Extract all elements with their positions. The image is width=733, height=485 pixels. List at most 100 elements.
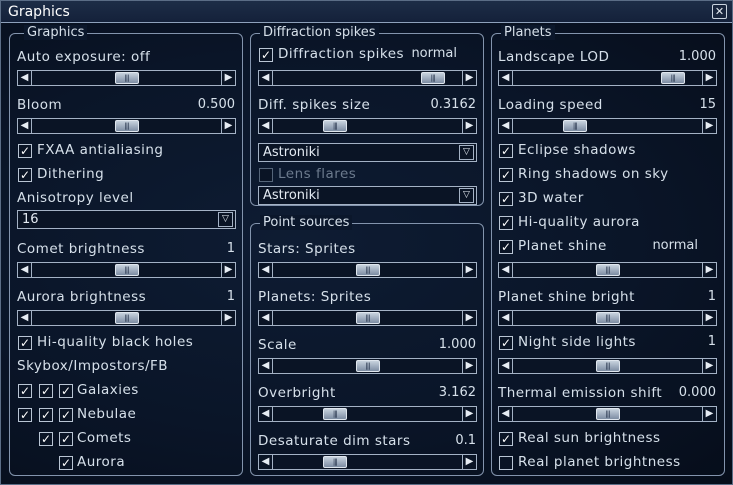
slider-left-arrow-icon[interactable]: ◀ (259, 263, 273, 277)
slider-thumb[interactable]: ||| (114, 120, 139, 132)
slider-left-arrow-icon[interactable]: ◀ (259, 407, 273, 421)
diff-spikes-size-slider[interactable]: ◀ ||| ▶ (258, 118, 477, 134)
loading-speed-slider[interactable]: ◀ ||| ▶ (498, 118, 717, 134)
galaxies-impostors-checkbox[interactable]: ✓ (39, 384, 53, 398)
night-side-lights-slider[interactable]: ◀ ||| ▶ (498, 358, 717, 374)
chevron-down-icon[interactable]: ▽ (459, 188, 474, 203)
slider-left-arrow-icon[interactable]: ◀ (18, 311, 32, 325)
chevron-down-icon[interactable]: ▽ (459, 145, 474, 160)
slider-right-arrow-icon[interactable]: ▶ (462, 407, 476, 421)
3d-water-checkbox[interactable]: ✓ (499, 192, 513, 206)
hq-black-holes-checkbox[interactable]: ✓ (18, 336, 32, 350)
fxaa-checkbox[interactable]: ✓ (18, 144, 32, 158)
real-sun-brightness-label: Real sun brightness (518, 430, 661, 446)
slider-left-arrow-icon[interactable]: ◀ (18, 263, 32, 277)
dithering-checkbox[interactable]: ✓ (18, 168, 32, 182)
slider-right-arrow-icon[interactable]: ▶ (221, 263, 235, 277)
slider-right-arrow-icon[interactable]: ▶ (221, 71, 235, 85)
close-button[interactable]: ✕ (712, 4, 727, 19)
slider-left-arrow-icon[interactable]: ◀ (18, 71, 32, 85)
slider-right-arrow-icon[interactable]: ▶ (702, 71, 716, 85)
hq-aurora-checkbox[interactable]: ✓ (499, 216, 513, 230)
slider-thumb[interactable]: ||| (562, 120, 587, 132)
comets-impostors-checkbox[interactable]: ✓ (39, 432, 53, 446)
nebulae-impostors-checkbox[interactable]: ✓ (39, 408, 53, 422)
planets-sprites-slider[interactable]: ◀ ||| ▶ (258, 310, 477, 326)
slider-right-arrow-icon[interactable]: ▶ (702, 311, 716, 325)
slider-left-arrow-icon[interactable]: ◀ (499, 71, 513, 85)
aurora-brightness-slider[interactable]: ◀ ||| ▶ (17, 310, 236, 326)
comets-fb-checkbox[interactable]: ✓ (59, 432, 73, 446)
slider-right-arrow-icon[interactable]: ▶ (462, 71, 476, 85)
slider-thumb[interactable]: ||| (114, 312, 139, 324)
lens-flares-checkbox[interactable] (259, 168, 273, 182)
slider-thumb[interactable]: ||| (322, 408, 347, 420)
chevron-down-icon[interactable]: ▽ (218, 212, 233, 227)
real-planet-brightness-checkbox[interactable] (499, 456, 513, 470)
slider-thumb[interactable]: ||| (595, 408, 620, 420)
slider-right-arrow-icon[interactable]: ▶ (462, 311, 476, 325)
slider-thumb[interactable]: ||| (322, 120, 347, 132)
slider-right-arrow-icon[interactable]: ▶ (221, 119, 235, 133)
slider-thumb[interactable]: ||| (595, 360, 620, 372)
bloom-slider[interactable]: ◀ ||| ▶ (17, 118, 236, 134)
spikes-style-dropdown[interactable]: Astroniki ▽ (258, 143, 477, 162)
comets-label: Comets (77, 430, 132, 446)
comet-brightness-slider[interactable]: ◀ ||| ▶ (17, 262, 236, 278)
slider-left-arrow-icon[interactable]: ◀ (259, 359, 273, 373)
slider-left-arrow-icon[interactable]: ◀ (259, 311, 273, 325)
slider-left-arrow-icon[interactable]: ◀ (259, 119, 273, 133)
slider-thumb[interactable]: ||| (322, 456, 347, 468)
slider-thumb[interactable]: ||| (595, 312, 620, 324)
stars-slider[interactable]: ◀ ||| ▶ (258, 262, 477, 278)
slider-left-arrow-icon[interactable]: ◀ (499, 407, 513, 421)
slider-thumb[interactable]: ||| (660, 72, 685, 84)
slider-right-arrow-icon[interactable]: ▶ (702, 263, 716, 277)
slider-thumb[interactable]: ||| (114, 72, 139, 84)
slider-left-arrow-icon[interactable]: ◀ (259, 455, 273, 469)
slider-left-arrow-icon[interactable]: ◀ (18, 119, 32, 133)
scale-value: 1.000 (438, 337, 476, 352)
slider-thumb[interactable]: ||| (114, 264, 139, 276)
planet-shine-slider[interactable]: ◀ ||| ▶ (498, 262, 717, 278)
slider-right-arrow-icon[interactable]: ▶ (702, 359, 716, 373)
slider-thumb[interactable]: ||| (595, 264, 620, 276)
slider-thumb[interactable]: ||| (355, 360, 380, 372)
planet-shine-checkbox[interactable]: ✓ (499, 240, 513, 254)
diffraction-spikes-slider[interactable]: ◀ ||| ▶ (258, 70, 477, 86)
overbright-slider[interactable]: ◀ ||| ▶ (258, 406, 477, 422)
slider-left-arrow-icon[interactable]: ◀ (499, 311, 513, 325)
galaxies-skybox-checkbox[interactable]: ✓ (18, 384, 32, 398)
diffraction-spikes-checkbox[interactable]: ✓ (259, 48, 273, 62)
slider-right-arrow-icon[interactable]: ▶ (462, 119, 476, 133)
slider-right-arrow-icon[interactable]: ▶ (702, 119, 716, 133)
planet-shine-bright-slider[interactable]: ◀ ||| ▶ (498, 310, 717, 326)
anisotropy-dropdown[interactable]: 16 ▽ (17, 210, 236, 229)
landscape-lod-slider[interactable]: ◀ ||| ▶ (498, 70, 717, 86)
slider-left-arrow-icon[interactable]: ◀ (499, 119, 513, 133)
galaxies-fb-checkbox[interactable]: ✓ (59, 384, 73, 398)
slider-right-arrow-icon[interactable]: ▶ (462, 455, 476, 469)
slider-thumb[interactable]: ||| (355, 264, 380, 276)
lens-flares-dropdown[interactable]: Astroniki ▽ (258, 186, 477, 205)
slider-right-arrow-icon[interactable]: ▶ (462, 263, 476, 277)
slider-left-arrow-icon[interactable]: ◀ (259, 71, 273, 85)
night-side-lights-checkbox[interactable]: ✓ (499, 336, 513, 350)
auto-exposure-slider[interactable]: ◀ ||| ▶ (17, 70, 236, 86)
aurora-fb-checkbox[interactable]: ✓ (59, 456, 73, 470)
slider-left-arrow-icon[interactable]: ◀ (499, 263, 513, 277)
slider-thumb[interactable]: ||| (355, 312, 380, 324)
eclipse-shadows-checkbox[interactable]: ✓ (499, 144, 513, 158)
scale-slider[interactable]: ◀ ||| ▶ (258, 358, 477, 374)
slider-thumb[interactable]: ||| (420, 72, 445, 84)
thermal-emission-slider[interactable]: ◀ ||| ▶ (498, 406, 717, 422)
slider-right-arrow-icon[interactable]: ▶ (702, 407, 716, 421)
ring-shadows-checkbox[interactable]: ✓ (499, 168, 513, 182)
nebulae-skybox-checkbox[interactable]: ✓ (18, 408, 32, 422)
desaturate-slider[interactable]: ◀ ||| ▶ (258, 454, 477, 470)
slider-right-arrow-icon[interactable]: ▶ (221, 311, 235, 325)
slider-left-arrow-icon[interactable]: ◀ (499, 359, 513, 373)
slider-right-arrow-icon[interactable]: ▶ (462, 359, 476, 373)
nebulae-fb-checkbox[interactable]: ✓ (59, 408, 73, 422)
real-sun-brightness-checkbox[interactable]: ✓ (499, 432, 513, 446)
